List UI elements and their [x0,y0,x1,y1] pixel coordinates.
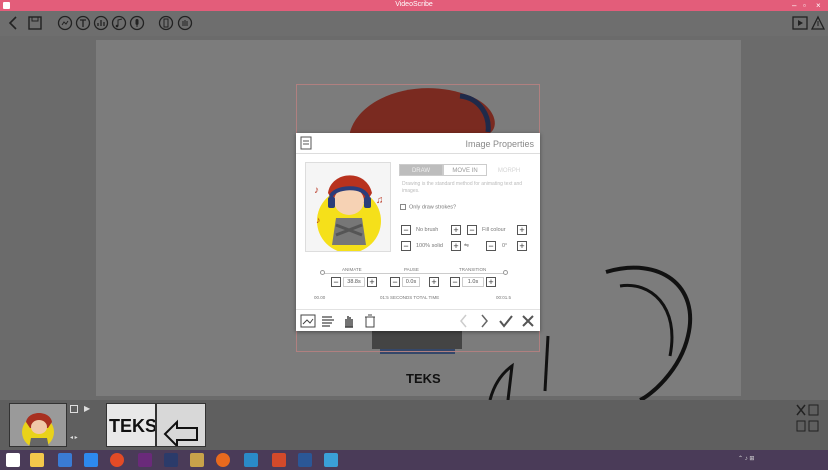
draw-hint-text: Drawing is the standard method for anima… [402,181,523,194]
tab-morph[interactable]: MORPH [487,164,531,176]
close-button[interactable]: × [816,0,821,11]
flip-icon[interactable]: ⇋ [464,242,469,249]
only-draw-strokes-checkbox[interactable]: Only draw strokes? [400,204,456,210]
timeline-clip-text-label: TEKS [109,416,156,436]
videoscribe-icon[interactable] [324,453,338,467]
pause-value[interactable]: 0.0s [402,277,420,287]
image-icon[interactable] [57,15,73,31]
dialog-title: Image Properties [465,139,534,149]
image-thumbnail: ♪ ♫ ♪ [305,162,391,252]
angle-increase-button[interactable]: + [517,241,527,251]
timeline-strip: ▶ ◂ ▸ TEKS [0,400,828,450]
transition-increase-button[interactable]: + [486,277,496,287]
pause-label: PAUSE [404,267,419,272]
text-icon[interactable] [75,15,91,31]
angle-label: 0° [502,243,508,249]
opacity-increase-button[interactable]: + [451,241,461,251]
timeline-clip-text[interactable]: TEKS [106,403,156,447]
internet-explorer-icon[interactable] [84,453,98,467]
music-icon[interactable] [111,15,127,31]
clip-settings-icon[interactable] [70,405,78,413]
timeline-clip-image[interactable] [9,403,67,447]
image-properties-dialog: Image Properties ♪ ♫ ♪ DRAW MOVE IN MORP… [296,133,540,331]
timing-track [321,273,504,274]
canvas-text-element[interactable]: TEKS [406,371,441,386]
transition-value[interactable]: 1.0s [462,277,484,287]
powerpoint-icon[interactable] [272,453,286,467]
transition-decrease-button[interactable]: − [450,277,460,287]
timing-start-knob[interactable] [320,270,325,275]
minimize-button[interactable]: – [792,0,796,11]
angle-decrease-button[interactable]: − [486,241,496,251]
clip-play-icon[interactable]: ▶ [84,404,90,413]
window-titlebar: VideoScribe – ▫ × [0,0,828,11]
tab-move-in[interactable]: MOVE IN [443,164,487,176]
animate-value[interactable]: 38.8s [343,277,365,287]
svg-text:♪: ♪ [314,185,319,196]
clip-arrow-icon[interactable]: ◂ ▸ [70,434,78,441]
transition-label: TRANSITION [459,267,487,272]
hand-icon[interactable] [177,15,193,31]
dialog-tabs: DRAW MOVE IN MORPH [399,164,531,176]
animate-decrease-button[interactable]: − [331,277,341,287]
chart-icon[interactable] [93,15,109,31]
svg-text:♪: ♪ [316,215,321,225]
tab-draw[interactable]: DRAW [399,164,443,176]
svg-text:♫: ♫ [376,195,384,206]
only-draw-strokes-label: Only draw strokes? [409,204,457,211]
windows-taskbar: ⌃ ♪ ⊞ [0,450,828,470]
main-toolbar [0,11,828,36]
image-replace-icon[interactable] [300,313,316,329]
chrome-icon[interactable] [110,453,124,467]
maximize-button[interactable]: ▫ [803,0,806,11]
play-icon[interactable] [792,15,808,31]
animate-label: ANIMATE [342,267,362,272]
previous-icon[interactable] [456,313,472,329]
dialog-header: Image Properties [296,133,540,154]
animate-increase-button[interactable]: + [367,277,377,287]
opacity-decrease-button[interactable]: − [401,241,411,251]
delete-icon[interactable] [362,313,378,329]
fill-colour-label: Fill colour [482,227,506,233]
cancel-icon[interactable] [520,313,536,329]
store-icon[interactable] [58,453,72,467]
upload-icon[interactable] [810,15,826,31]
settings-icon[interactable] [158,15,174,31]
brush-label: No brush [416,227,439,233]
save-icon[interactable] [27,15,43,31]
checkbox-box[interactable] [400,204,406,210]
word-icon[interactable] [298,453,312,467]
premiere-icon[interactable] [138,453,152,467]
fill-increase-button[interactable]: + [517,225,527,235]
pause-decrease-button[interactable]: − [390,277,400,287]
opacity-label: 100% solid [416,243,443,249]
timeline-tools [793,403,823,447]
app-icon-yellow[interactable] [190,453,204,467]
start-icon[interactable] [6,453,20,467]
timeline-total-time: 01:5 SECONDS TOTAL TIME [380,295,440,300]
document-icon [300,136,312,150]
file-explorer-icon[interactable] [30,453,44,467]
window-title: VideoScribe [395,1,433,8]
clip-controls: ▶ ◂ ▸ [70,404,104,444]
tray-icons[interactable]: ⌃ ♪ ⊞ [738,455,754,462]
align-icon[interactable] [320,313,336,329]
brush-increase-button[interactable]: + [451,225,461,235]
pause-increase-button[interactable]: + [429,277,439,287]
voice-icon[interactable] [129,15,145,31]
hand-select-icon[interactable] [341,313,357,329]
firefox-icon[interactable] [216,453,230,467]
timeline-start-time: 00.00 [314,295,326,300]
brush-decrease-button[interactable]: − [401,225,411,235]
next-icon[interactable] [476,313,492,329]
back-icon[interactable] [6,15,22,31]
confirm-icon[interactable] [498,313,514,329]
timeline-end-time: 00:01.5 [496,295,512,300]
fill-decrease-button[interactable]: − [467,225,477,235]
timing-end-knob[interactable] [503,270,508,275]
timeline-clip-drawing[interactable] [156,403,206,447]
app-icon-blue[interactable] [244,453,258,467]
photoshop-icon[interactable] [164,453,178,467]
